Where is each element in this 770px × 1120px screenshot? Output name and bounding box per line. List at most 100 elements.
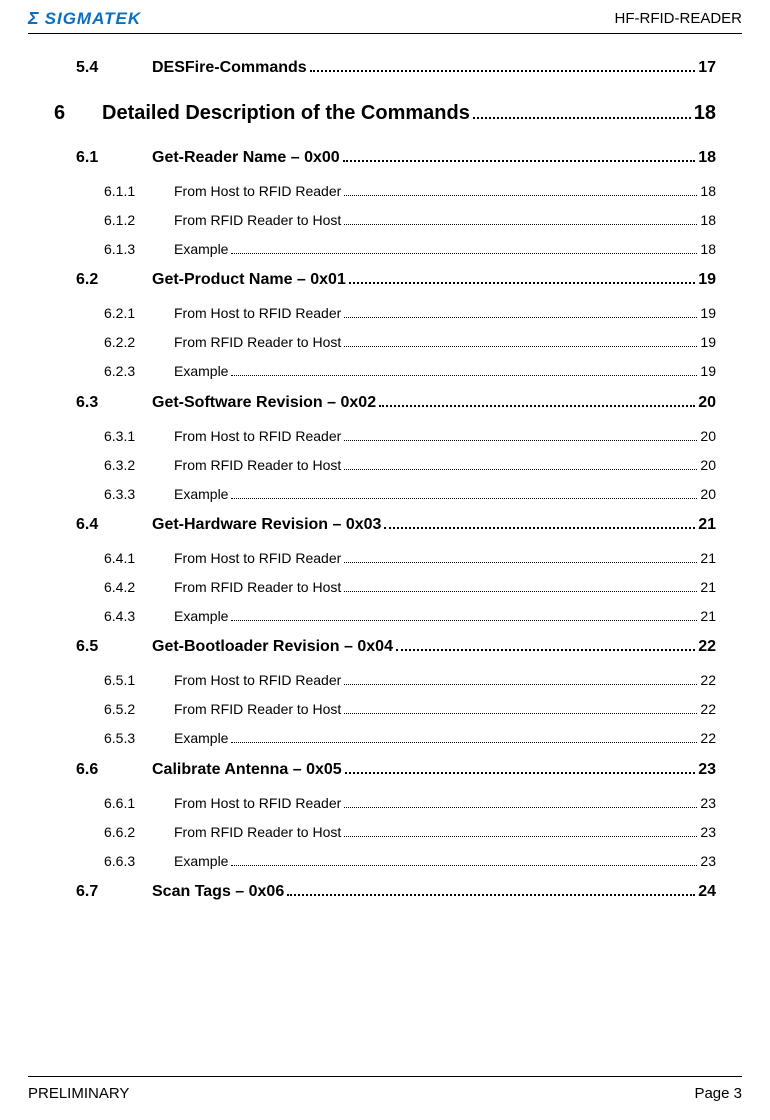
toc-page: 22 — [700, 701, 716, 717]
toc-title: From Host to RFID Reader — [174, 183, 341, 199]
toc-subentry[interactable]: 6.1.1From Host to RFID Reader18 — [54, 183, 716, 199]
toc-entry[interactable]: 6.6Calibrate Antenna – 0x0523 — [54, 759, 716, 778]
toc-entry[interactable]: 6.1Get-Reader Name – 0x0018 — [54, 147, 716, 166]
toc-leader — [344, 458, 697, 470]
toc-title: From Host to RFID Reader — [174, 672, 341, 688]
toc-title: Get-Software Revision – 0x02 — [152, 394, 376, 412]
toc-leader — [344, 551, 697, 563]
toc-title: Get-Product Name – 0x01 — [152, 271, 346, 289]
toc-subentry[interactable]: 6.2.3Example19 — [54, 363, 716, 379]
toc-num: 6.6.1 — [104, 795, 174, 811]
toc-subentry[interactable]: 6.2.1From Host to RFID Reader19 — [54, 305, 716, 321]
toc-subentry[interactable]: 6.3.1From Host to RFID Reader20 — [54, 428, 716, 444]
toc-leader — [379, 392, 695, 406]
toc-page: 21 — [700, 608, 716, 624]
toc-chapter-6[interactable]: 6 Detailed Description of the Commands 1… — [54, 101, 716, 125]
toc-num: 6.3.1 — [104, 428, 174, 444]
toc-leader — [344, 335, 697, 347]
toc-title: Get-Bootloader Revision – 0x04 — [152, 638, 393, 656]
toc-num: 6.1 — [76, 149, 152, 167]
toc-num: 6.2.2 — [104, 334, 174, 350]
toc-leader — [344, 184, 697, 196]
toc-entry[interactable]: 6.3Get-Software Revision – 0x02 20 — [54, 392, 716, 411]
toc-title: From RFID Reader to Host — [174, 212, 341, 228]
toc-subentry[interactable]: 6.1.2From RFID Reader to Host18 — [54, 212, 716, 228]
toc-content: 5.4 DESFire-Commands 17 6 Detailed Descr… — [28, 58, 742, 901]
toc-subentry[interactable]: 6.5.3Example 22 — [54, 730, 716, 746]
toc-subentry[interactable]: 6.5.1From Host to RFID Reader22 — [54, 672, 716, 688]
toc-title: Scan Tags – 0x06 — [152, 883, 284, 901]
toc-leader — [473, 101, 691, 119]
toc-page: 20 — [700, 486, 716, 502]
toc-leader — [231, 854, 697, 866]
toc-subentry[interactable]: 6.4.1From Host to RFID Reader21 — [54, 550, 716, 566]
toc-leader — [287, 882, 695, 896]
toc-title: Example — [174, 730, 228, 746]
toc-title: Example — [174, 608, 228, 624]
toc-entry-5-4[interactable]: 5.4 DESFire-Commands 17 — [54, 58, 716, 77]
toc-title: From Host to RFID Reader — [174, 428, 341, 444]
toc-title: From RFID Reader to Host — [174, 334, 341, 350]
toc-leader — [344, 702, 697, 714]
toc-leader — [343, 147, 696, 161]
header: Σ SIGMATEK HF-RFID-READER — [28, 0, 742, 34]
toc-title: DESFire-Commands — [152, 59, 307, 77]
toc-title: From RFID Reader to Host — [174, 701, 341, 717]
logo-text: SIGMATEK — [45, 9, 141, 29]
logo: Σ SIGMATEK — [28, 8, 141, 29]
toc-num: 6.4.3 — [104, 608, 174, 624]
toc-num: 6.6.3 — [104, 853, 174, 869]
toc-page: 18 — [694, 102, 716, 125]
toc-num: 6.2.1 — [104, 305, 174, 321]
toc-subentry[interactable]: 6.6.3Example23 — [54, 853, 716, 869]
toc-title: From RFID Reader to Host — [174, 457, 341, 473]
toc-page: 21 — [698, 516, 716, 534]
toc-subentry[interactable]: 6.4.3Example 21 — [54, 608, 716, 624]
toc-entry[interactable]: 6.4Get-Hardware Revision – 0x0321 — [54, 515, 716, 534]
toc-num: 6.4.1 — [104, 550, 174, 566]
toc-title: From RFID Reader to Host — [174, 824, 341, 840]
toc-title: Example — [174, 486, 228, 502]
toc-leader — [310, 58, 696, 72]
toc-num: 6.5.3 — [104, 730, 174, 746]
toc-num: 6.6.2 — [104, 824, 174, 840]
footer-status: PRELIMINARY — [28, 1085, 129, 1102]
toc-num: 6.6 — [76, 761, 152, 779]
toc-leader — [344, 306, 697, 318]
toc-num: 6.2 — [76, 271, 152, 289]
toc-subentry[interactable]: 6.2.2From RFID Reader to Host19 — [54, 334, 716, 350]
toc-page: 19 — [700, 363, 716, 379]
toc-leader — [349, 270, 695, 284]
toc-page: 17 — [698, 59, 716, 77]
toc-subentry[interactable]: 6.4.2From RFID Reader to Host21 — [54, 579, 716, 595]
toc-page: 24 — [698, 883, 716, 901]
toc-page: 22 — [700, 730, 716, 746]
toc-subentry[interactable]: 6.1.3Example18 — [54, 241, 716, 257]
toc-leader — [384, 515, 695, 529]
toc-leader — [231, 731, 697, 743]
toc-title: Example — [174, 241, 228, 257]
document-id: HF-RFID-READER — [615, 10, 743, 27]
toc-page: 21 — [700, 550, 716, 566]
toc-entry[interactable]: 6.2Get-Product Name – 0x0119 — [54, 270, 716, 289]
toc-subentry[interactable]: 6.6.2From RFID Reader to Host23 — [54, 824, 716, 840]
toc-entry[interactable]: 6.5Get-Bootloader Revision – 0x0422 — [54, 637, 716, 656]
toc-subentry[interactable]: 6.5.2From RFID Reader to Host22 — [54, 701, 716, 717]
toc-num: 6.3 — [76, 394, 152, 412]
toc-title: Get-Reader Name – 0x00 — [152, 149, 340, 167]
toc-leader — [345, 759, 696, 773]
toc-num: 5.4 — [76, 59, 152, 77]
toc-num: 6.1.1 — [104, 183, 174, 199]
toc-num: 6.5 — [76, 638, 152, 656]
toc-leader — [344, 673, 697, 685]
toc-title: From Host to RFID Reader — [174, 795, 341, 811]
logo-mark-icon: Σ — [28, 8, 39, 29]
toc-leader — [231, 242, 697, 254]
toc-subentry[interactable]: 6.3.2From RFID Reader to Host20 — [54, 457, 716, 473]
toc-subentry[interactable]: 6.6.1From Host to RFID Reader23 — [54, 795, 716, 811]
toc-num: 6 — [54, 102, 102, 125]
toc-subentry[interactable]: 6.3.3Example20 — [54, 486, 716, 502]
toc-page: 20 — [698, 394, 716, 412]
toc-entry[interactable]: 6.7Scan Tags – 0x0624 — [54, 882, 716, 901]
toc-leader — [344, 213, 697, 225]
